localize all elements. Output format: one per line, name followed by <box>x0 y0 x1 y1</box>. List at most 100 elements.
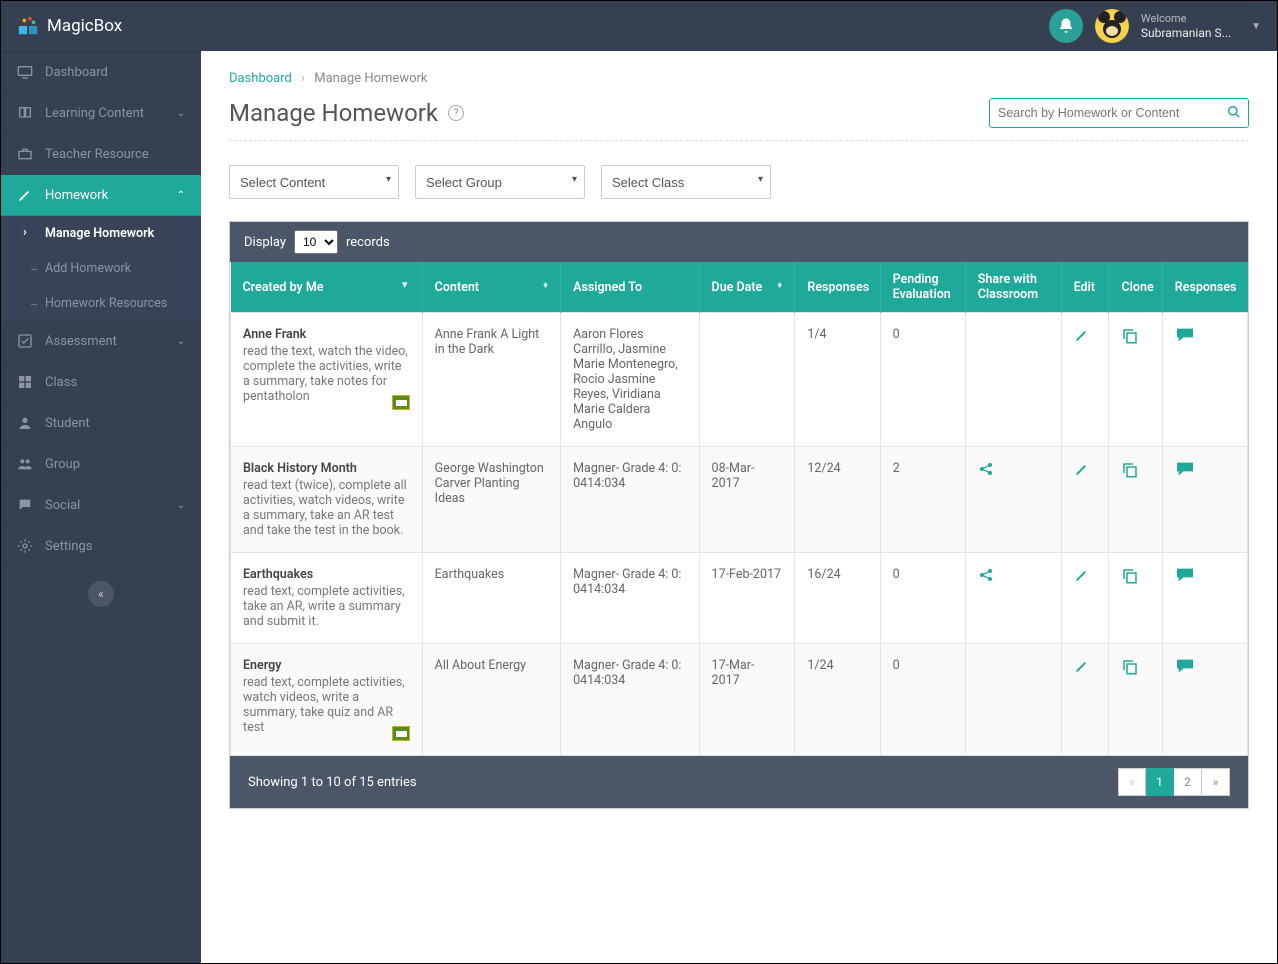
help-icon[interactable]: ? <box>448 105 464 121</box>
pending-cell: 0 <box>880 644 965 756</box>
responses-button[interactable] <box>1175 658 1235 674</box>
share-button[interactable] <box>978 567 1049 583</box>
due-date-cell: 17-Mar-2017 <box>699 644 795 756</box>
sidebar-item-assessment[interactable]: Assessment ⌄ <box>1 321 201 362</box>
col-header: Clone <box>1109 262 1162 313</box>
responses-button[interactable] <box>1175 327 1235 343</box>
avatar[interactable] <box>1095 9 1129 43</box>
col-header[interactable]: Assigned To <box>561 262 699 313</box>
chevron-down-icon: ⌄ <box>177 108 185 119</box>
assigned-cell: Magner- Grade 4: 0: 0414:034 <box>561 447 699 553</box>
sort-icon: ▼ <box>400 280 410 291</box>
breadcrumb-sep: › <box>301 71 305 86</box>
user-icon <box>17 415 33 431</box>
col-header: Edit <box>1061 262 1109 313</box>
sidebar-item-settings[interactable]: Settings <box>1 526 201 567</box>
topbar: MagicBox Welcome Subramanian S... ▼ <box>1 1 1277 51</box>
sidebar-item-label: Social <box>45 498 80 513</box>
pager-page[interactable]: 1 <box>1146 768 1174 796</box>
responses-button[interactable] <box>1175 567 1235 583</box>
responses-button[interactable] <box>1175 461 1235 477</box>
sidebar-item-social[interactable]: Social ⌄ <box>1 485 201 526</box>
sidebar-item-label: Group <box>45 457 80 472</box>
edit-button[interactable] <box>1074 327 1097 343</box>
chevron-down-icon: ⌄ <box>177 500 185 511</box>
select-group[interactable]: Select Group <box>415 165 585 199</box>
assigned-cell: Magner- Grade 4: 0: 0414:034 <box>561 553 699 644</box>
check-icon <box>17 333 33 349</box>
select-content[interactable]: Select Content <box>229 165 399 199</box>
clone-button[interactable] <box>1121 327 1149 345</box>
sidebar-item-label: Homework <box>45 188 108 203</box>
homework-desc: read the text, watch the video, complete… <box>243 344 408 404</box>
edit-button[interactable] <box>1074 658 1097 674</box>
sidebar-item-class[interactable]: Class <box>1 362 201 403</box>
pager-next[interactable]: » <box>1202 768 1230 796</box>
sidebar-item-label: Assessment <box>45 334 117 349</box>
briefcase-icon <box>17 146 33 162</box>
table-row: Earthquakes read text, complete activitie… <box>231 553 1248 644</box>
chevron-down-icon: ⌄ <box>177 336 185 347</box>
users-icon <box>17 456 33 472</box>
col-header: Responses <box>795 262 880 313</box>
homework-desc: read text (twice), complete all activiti… <box>243 478 407 538</box>
search-input[interactable] <box>989 98 1249 128</box>
pending-cell: 0 <box>880 313 965 447</box>
avatar-icon <box>1095 9 1129 43</box>
col-header[interactable]: Due Date♦ <box>699 262 795 313</box>
sidebar-item-dashboard[interactable]: Dashboard <box>1 52 201 93</box>
display-count-select[interactable]: 10 <box>294 230 338 254</box>
col-header[interactable]: Created by Me▼ <box>231 262 423 313</box>
sidebar-item-learning-content[interactable]: Learning Content ⌄ <box>1 93 201 134</box>
clone-button[interactable] <box>1121 567 1149 585</box>
edit-button[interactable] <box>1074 461 1097 477</box>
sidebar-item-label: Class <box>45 375 77 390</box>
pager-prev[interactable]: « <box>1118 768 1146 796</box>
pending-cell: 2 <box>880 447 965 553</box>
sidebar-subitem-manage-homework[interactable]: Manage Homework <box>1 216 201 251</box>
grid-icon <box>17 374 33 390</box>
sidebar-subitem-add-homework[interactable]: Add Homework <box>1 251 201 286</box>
sidebar-item-homework[interactable]: Homework⌃ <box>1 175 201 216</box>
sidebar-item-label: Learning Content <box>45 106 144 121</box>
welcome-block[interactable]: Welcome Subramanian S... <box>1141 12 1231 39</box>
brand[interactable]: MagicBox <box>17 15 277 37</box>
select-class[interactable]: Select Class <box>601 165 771 199</box>
homework-title: Energy <box>243 658 410 673</box>
breadcrumb-root[interactable]: Dashboard <box>229 71 292 86</box>
book-icon <box>17 105 33 121</box>
sidebar-item-student[interactable]: Student <box>1 403 201 444</box>
responses-cell: 12/24 <box>795 447 880 553</box>
search-icon[interactable] <box>1227 105 1241 119</box>
col-header[interactable]: Content♦ <box>422 262 560 313</box>
chat-icon <box>17 497 33 513</box>
sidebar-item-label: Teacher Resource <box>45 147 149 162</box>
collapse-sidebar-button[interactable]: « <box>88 581 114 607</box>
main-content: Dashboard › Manage Homework Manage Homew… <box>201 51 1277 963</box>
bell-icon <box>1057 17 1075 35</box>
pager: «12» <box>1118 768 1230 796</box>
pager-page[interactable]: 2 <box>1174 768 1202 796</box>
clone-button[interactable] <box>1121 461 1149 479</box>
homework-title: Earthquakes <box>243 567 410 582</box>
table-row: Black History Monthread text (twice), co… <box>231 447 1248 553</box>
sidebar-item-label: Settings <box>45 539 92 554</box>
chevron-down-icon[interactable]: ▼ <box>1251 21 1261 32</box>
due-date-cell <box>699 313 795 447</box>
display-records-bar: Display 10 records <box>230 222 1248 262</box>
content-cell: Earthquakes <box>422 553 560 644</box>
assigned-cell: Magner- Grade 4: 0: 0414:034 <box>561 644 699 756</box>
col-header: Pending Evaluation <box>880 262 965 313</box>
clone-button[interactable] <box>1121 658 1149 676</box>
sidebar-subitem-homework-resources[interactable]: Homework Resources <box>1 286 201 321</box>
edit-button[interactable] <box>1074 567 1097 583</box>
table-row: Anne Frankread the text, watch the video… <box>231 313 1248 447</box>
sidebar-item-group[interactable]: Group <box>1 444 201 485</box>
table-footer: Showing 1 to 10 of 15 entries «12» <box>230 756 1248 808</box>
homework-desc: read text, complete activities, take an … <box>243 584 405 629</box>
display-pre: Display <box>244 235 286 250</box>
notifications-button[interactable] <box>1049 9 1083 43</box>
sidebar-item-teacher-resource[interactable]: Teacher Resource <box>1 134 201 175</box>
share-button[interactable] <box>978 461 1049 477</box>
footer-text: Showing 1 to 10 of 15 entries <box>248 775 417 790</box>
